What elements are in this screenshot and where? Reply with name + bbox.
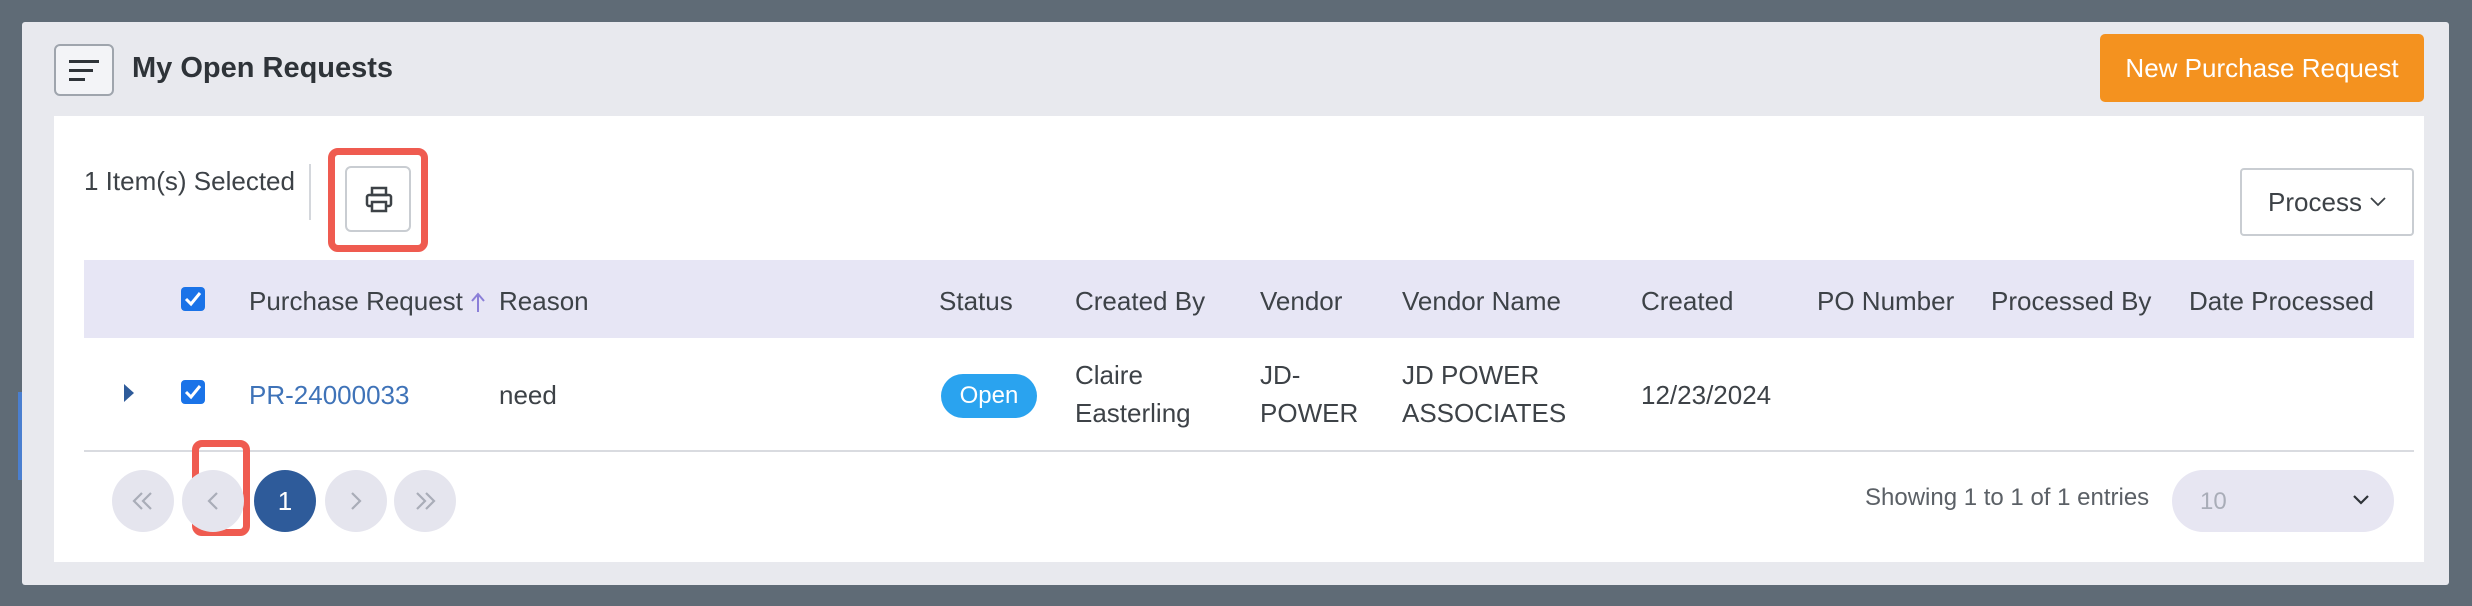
process-dropdown-button[interactable]: Process xyxy=(2240,168,2414,236)
new-purchase-request-button[interactable]: New Purchase Request xyxy=(2100,34,2424,102)
created-by-cell: Claire Easterling xyxy=(1075,360,1191,428)
table-header: Purchase Request Reason Status Created B… xyxy=(84,260,2414,338)
print-highlight-box xyxy=(328,148,428,252)
column-vendor[interactable]: Vendor xyxy=(1260,286,1342,317)
status-badge: Open xyxy=(941,374,1037,418)
column-purchase-request[interactable]: Purchase Request xyxy=(249,286,486,317)
checkmark-icon xyxy=(184,292,202,307)
column-status[interactable]: Status xyxy=(939,286,1013,317)
previous-page-button[interactable] xyxy=(182,470,244,532)
table-row[interactable]: PR-24000033 need Open Claire Easterling … xyxy=(84,338,2414,452)
menu-toggle-button[interactable] xyxy=(54,44,114,96)
page-title: My Open Requests xyxy=(132,52,394,84)
double-chevron-right-icon xyxy=(416,492,436,510)
open-requests-panel: My Open Requests New Purchase Request 1 … xyxy=(22,22,2449,585)
select-all-checkbox[interactable] xyxy=(181,287,205,311)
reason-cell: need xyxy=(499,380,557,410)
column-created-by[interactable]: Created By xyxy=(1075,286,1205,317)
chevron-left-icon xyxy=(207,492,218,510)
page-1-button[interactable]: 1 xyxy=(254,470,316,532)
purchase-request-link[interactable]: PR-24000033 xyxy=(249,376,409,414)
menu-lines-icon xyxy=(69,60,99,81)
chevron-down-icon xyxy=(2370,197,2386,207)
first-page-button[interactable] xyxy=(112,470,174,532)
chevron-down-icon xyxy=(2353,495,2369,505)
process-label: Process xyxy=(2268,186,2362,217)
column-created[interactable]: Created xyxy=(1641,286,1734,317)
vendor-cell: JD- POWER xyxy=(1260,360,1359,428)
page-size-value: 10 xyxy=(2200,488,2227,515)
double-chevron-left-icon xyxy=(132,492,152,510)
next-page-button[interactable] xyxy=(325,470,387,532)
column-reason[interactable]: Reason xyxy=(499,286,589,317)
entries-summary: Showing 1 to 1 of 1 entries xyxy=(1865,484,2150,511)
column-vendor-name[interactable]: Vendor Name xyxy=(1402,286,1561,317)
toolbar-divider xyxy=(309,164,311,220)
created-date-cell: 12/23/2024 xyxy=(1641,380,1772,410)
vendor-name-cell: JD POWER ASSOCIATES xyxy=(1402,360,1567,428)
column-po-number[interactable]: PO Number xyxy=(1817,286,1954,317)
chevron-right-icon xyxy=(351,492,362,510)
last-page-button[interactable] xyxy=(394,470,456,532)
expand-caret-icon[interactable] xyxy=(122,382,136,404)
page-size-select[interactable]: 10 xyxy=(2172,470,2394,532)
sort-up-icon xyxy=(471,292,485,312)
column-date-processed[interactable]: Date Processed xyxy=(2189,286,2374,317)
row-select-checkbox[interactable] xyxy=(181,380,205,404)
selection-count: 1 Item(s) Selected xyxy=(84,166,295,196)
column-processed-by[interactable]: Processed By xyxy=(1991,286,2151,317)
requests-content: 1 Item(s) Selected Process Purchase Requ… xyxy=(54,116,2424,562)
checkmark-icon xyxy=(184,385,202,400)
